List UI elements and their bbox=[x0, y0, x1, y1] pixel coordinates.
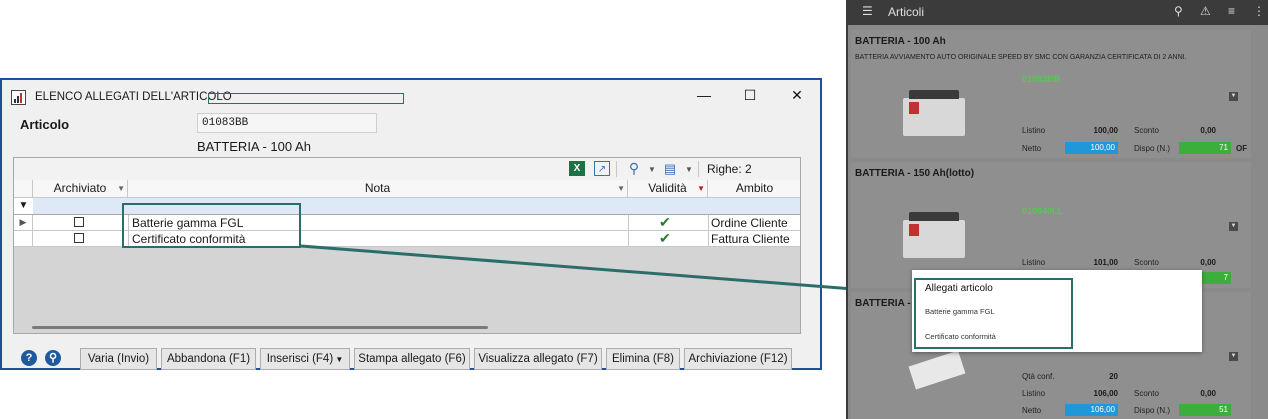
battery-image bbox=[903, 212, 965, 258]
chevron-down-icon[interactable]: ▼ bbox=[1229, 92, 1238, 101]
popup-highlight bbox=[914, 278, 1073, 349]
article-card[interactable]: BATTERIA - 100 Ah BATTERIA AVVIAMENTO AU… bbox=[851, 30, 1251, 158]
card-code: 01083BB bbox=[1022, 74, 1061, 84]
card-name: BATTERIA - 150 Ah(lotto) bbox=[855, 168, 975, 179]
articolo-code-field[interactable]: 01083BB bbox=[197, 113, 377, 133]
sconto-label: Sconto bbox=[1134, 258, 1159, 267]
listino-value: 106,00 bbox=[1093, 389, 1118, 398]
close-icon[interactable]: ✕ bbox=[777, 84, 817, 106]
nota-highlight bbox=[122, 203, 301, 248]
chevron-down-icon: ▼ bbox=[333, 355, 344, 364]
sconto-value: 0,00 bbox=[1200, 126, 1216, 135]
qta-label: Qtà conf. bbox=[1022, 372, 1055, 381]
menu-icon[interactable]: ☰ bbox=[862, 4, 873, 18]
maximize-icon[interactable]: ☐ bbox=[730, 84, 770, 106]
visualizza-allegato-button[interactable]: Visualizza allegato (F7) bbox=[474, 348, 602, 370]
product-image bbox=[908, 350, 966, 390]
filter-icon[interactable]: ▼ bbox=[697, 180, 705, 197]
check-icon: ✔ bbox=[659, 230, 671, 246]
dispo-label: Dispo (N.) bbox=[1134, 406, 1171, 415]
row-count: Righe: 2 bbox=[707, 162, 752, 176]
articolo-label: Articolo bbox=[20, 117, 70, 132]
inserisci-button[interactable]: Inserisci (F4) ▼ bbox=[260, 348, 350, 370]
card-description: BATTERIA AVVIAMENTO AUTO ORIGINALE SPEED… bbox=[855, 54, 1187, 61]
card-code: 010840LL bbox=[1022, 206, 1064, 216]
notification-add-icon[interactable]: ⚠ bbox=[1200, 4, 1211, 18]
horizontal-scrollbar[interactable] bbox=[32, 326, 488, 329]
column-header-ambito[interactable]: Ambito bbox=[708, 180, 800, 198]
search-icon[interactable]: ⚲ bbox=[45, 350, 61, 366]
chevron-down-icon[interactable]: ▼ bbox=[1229, 222, 1238, 231]
excel-export-icon[interactable]: X bbox=[569, 161, 585, 176]
netto-label: Netto bbox=[1022, 144, 1042, 153]
help-icon[interactable]: ? bbox=[21, 350, 37, 366]
dispo-label: Dispo (N.) bbox=[1134, 144, 1171, 153]
dispo-value: 71 bbox=[1179, 142, 1231, 154]
netto-label: Netto bbox=[1022, 406, 1042, 415]
chevron-down-icon[interactable]: ▼ bbox=[617, 180, 625, 197]
app-icon bbox=[11, 90, 26, 105]
articolo-description: BATTERIA - 100 Ah bbox=[197, 139, 311, 154]
filter-icon[interactable]: ▼ bbox=[14, 198, 33, 214]
row-indicator bbox=[14, 231, 33, 246]
battery-image bbox=[903, 90, 965, 136]
column-header-archiviato[interactable]: Archiviato ▼ bbox=[33, 180, 128, 198]
elimina-button[interactable]: Elimina (F8) bbox=[606, 348, 680, 370]
varia-button[interactable]: Varia (Invio) bbox=[80, 348, 157, 370]
chevron-down-icon[interactable]: ▼ bbox=[117, 180, 125, 197]
mobile-app: ☰ Articoli ⚲ ⚠ ≡ ⋮ BATTERIA - 100 Ah BAT… bbox=[846, 0, 1268, 419]
column-filter-icon[interactable]: ▤ bbox=[662, 161, 678, 176]
stampa-allegato-button[interactable]: Stampa allegato (F6) bbox=[354, 348, 470, 370]
listino-label: Listino bbox=[1022, 389, 1046, 398]
search-icon[interactable]: ⚲ bbox=[1174, 4, 1183, 18]
header-corner bbox=[14, 180, 33, 198]
mobile-appbar: ☰ Articoli ⚲ ⚠ ≡ ⋮ bbox=[848, 0, 1268, 25]
column-header-validita[interactable]: Validità ▼ bbox=[628, 180, 708, 198]
sort-icon[interactable]: ≡ bbox=[1228, 4, 1235, 18]
mobile-title: Articoli bbox=[888, 5, 925, 19]
sconto-label: Sconto bbox=[1134, 126, 1159, 135]
dialog-title: ELENCO ALLEGATI DELL'ARTICOLO bbox=[35, 91, 232, 103]
dispo-value: 51 bbox=[1179, 404, 1231, 416]
column-header-nota[interactable]: Nota ▼ bbox=[128, 180, 628, 198]
dialog-titlebar: ELENCO ALLEGATI DELL'ARTICOLO — ☐ ✕ bbox=[2, 80, 820, 112]
netto-value: 100,00 bbox=[1065, 142, 1118, 154]
qta-value: 20 bbox=[1109, 372, 1118, 381]
search-zoom-icon[interactable]: ⚲ bbox=[626, 161, 642, 176]
listino-label: Listino bbox=[1022, 258, 1046, 267]
listino-value: 101,00 bbox=[1093, 258, 1118, 267]
sconto-value: 0,00 bbox=[1200, 258, 1216, 267]
minimize-icon[interactable]: — bbox=[684, 84, 724, 106]
ambito-cell: Fattura Cliente bbox=[711, 232, 790, 246]
netto-value: 106,00 bbox=[1065, 404, 1118, 416]
card-name: BATTERIA - 100 Ah bbox=[855, 36, 946, 47]
chevron-down-icon[interactable]: ▼ bbox=[1229, 352, 1238, 361]
abbandona-button[interactable]: Abbandona (F1) bbox=[161, 348, 256, 370]
title-highlight bbox=[208, 93, 404, 104]
row-indicator-icon: ▶ bbox=[14, 215, 33, 230]
listino-value: 100,00 bbox=[1093, 126, 1118, 135]
ambito-cell: Ordine Cliente bbox=[711, 216, 788, 230]
card-name: BATTERIA - bbox=[855, 298, 911, 309]
grid-toolbar: X ↗ ⚲ ▼ ▤ ▼ Righe: 2 bbox=[14, 158, 800, 180]
more-icon[interactable]: ⋮ bbox=[1253, 4, 1265, 18]
chevron-down-icon[interactable]: ▼ bbox=[685, 165, 693, 174]
sconto-value: 0,00 bbox=[1200, 389, 1216, 398]
archiviazione-button[interactable]: Archiviazione (F12) bbox=[684, 348, 792, 370]
dispo-unit: OF bbox=[1236, 144, 1248, 153]
chevron-down-icon[interactable]: ▼ bbox=[648, 165, 656, 174]
export-icon[interactable]: ↗ bbox=[594, 161, 610, 176]
check-icon: ✔ bbox=[659, 214, 671, 230]
archiviato-checkbox[interactable] bbox=[74, 233, 84, 243]
sconto-label: Sconto bbox=[1134, 389, 1159, 398]
listino-label: Listino bbox=[1022, 126, 1046, 135]
archiviato-checkbox[interactable] bbox=[74, 217, 84, 227]
